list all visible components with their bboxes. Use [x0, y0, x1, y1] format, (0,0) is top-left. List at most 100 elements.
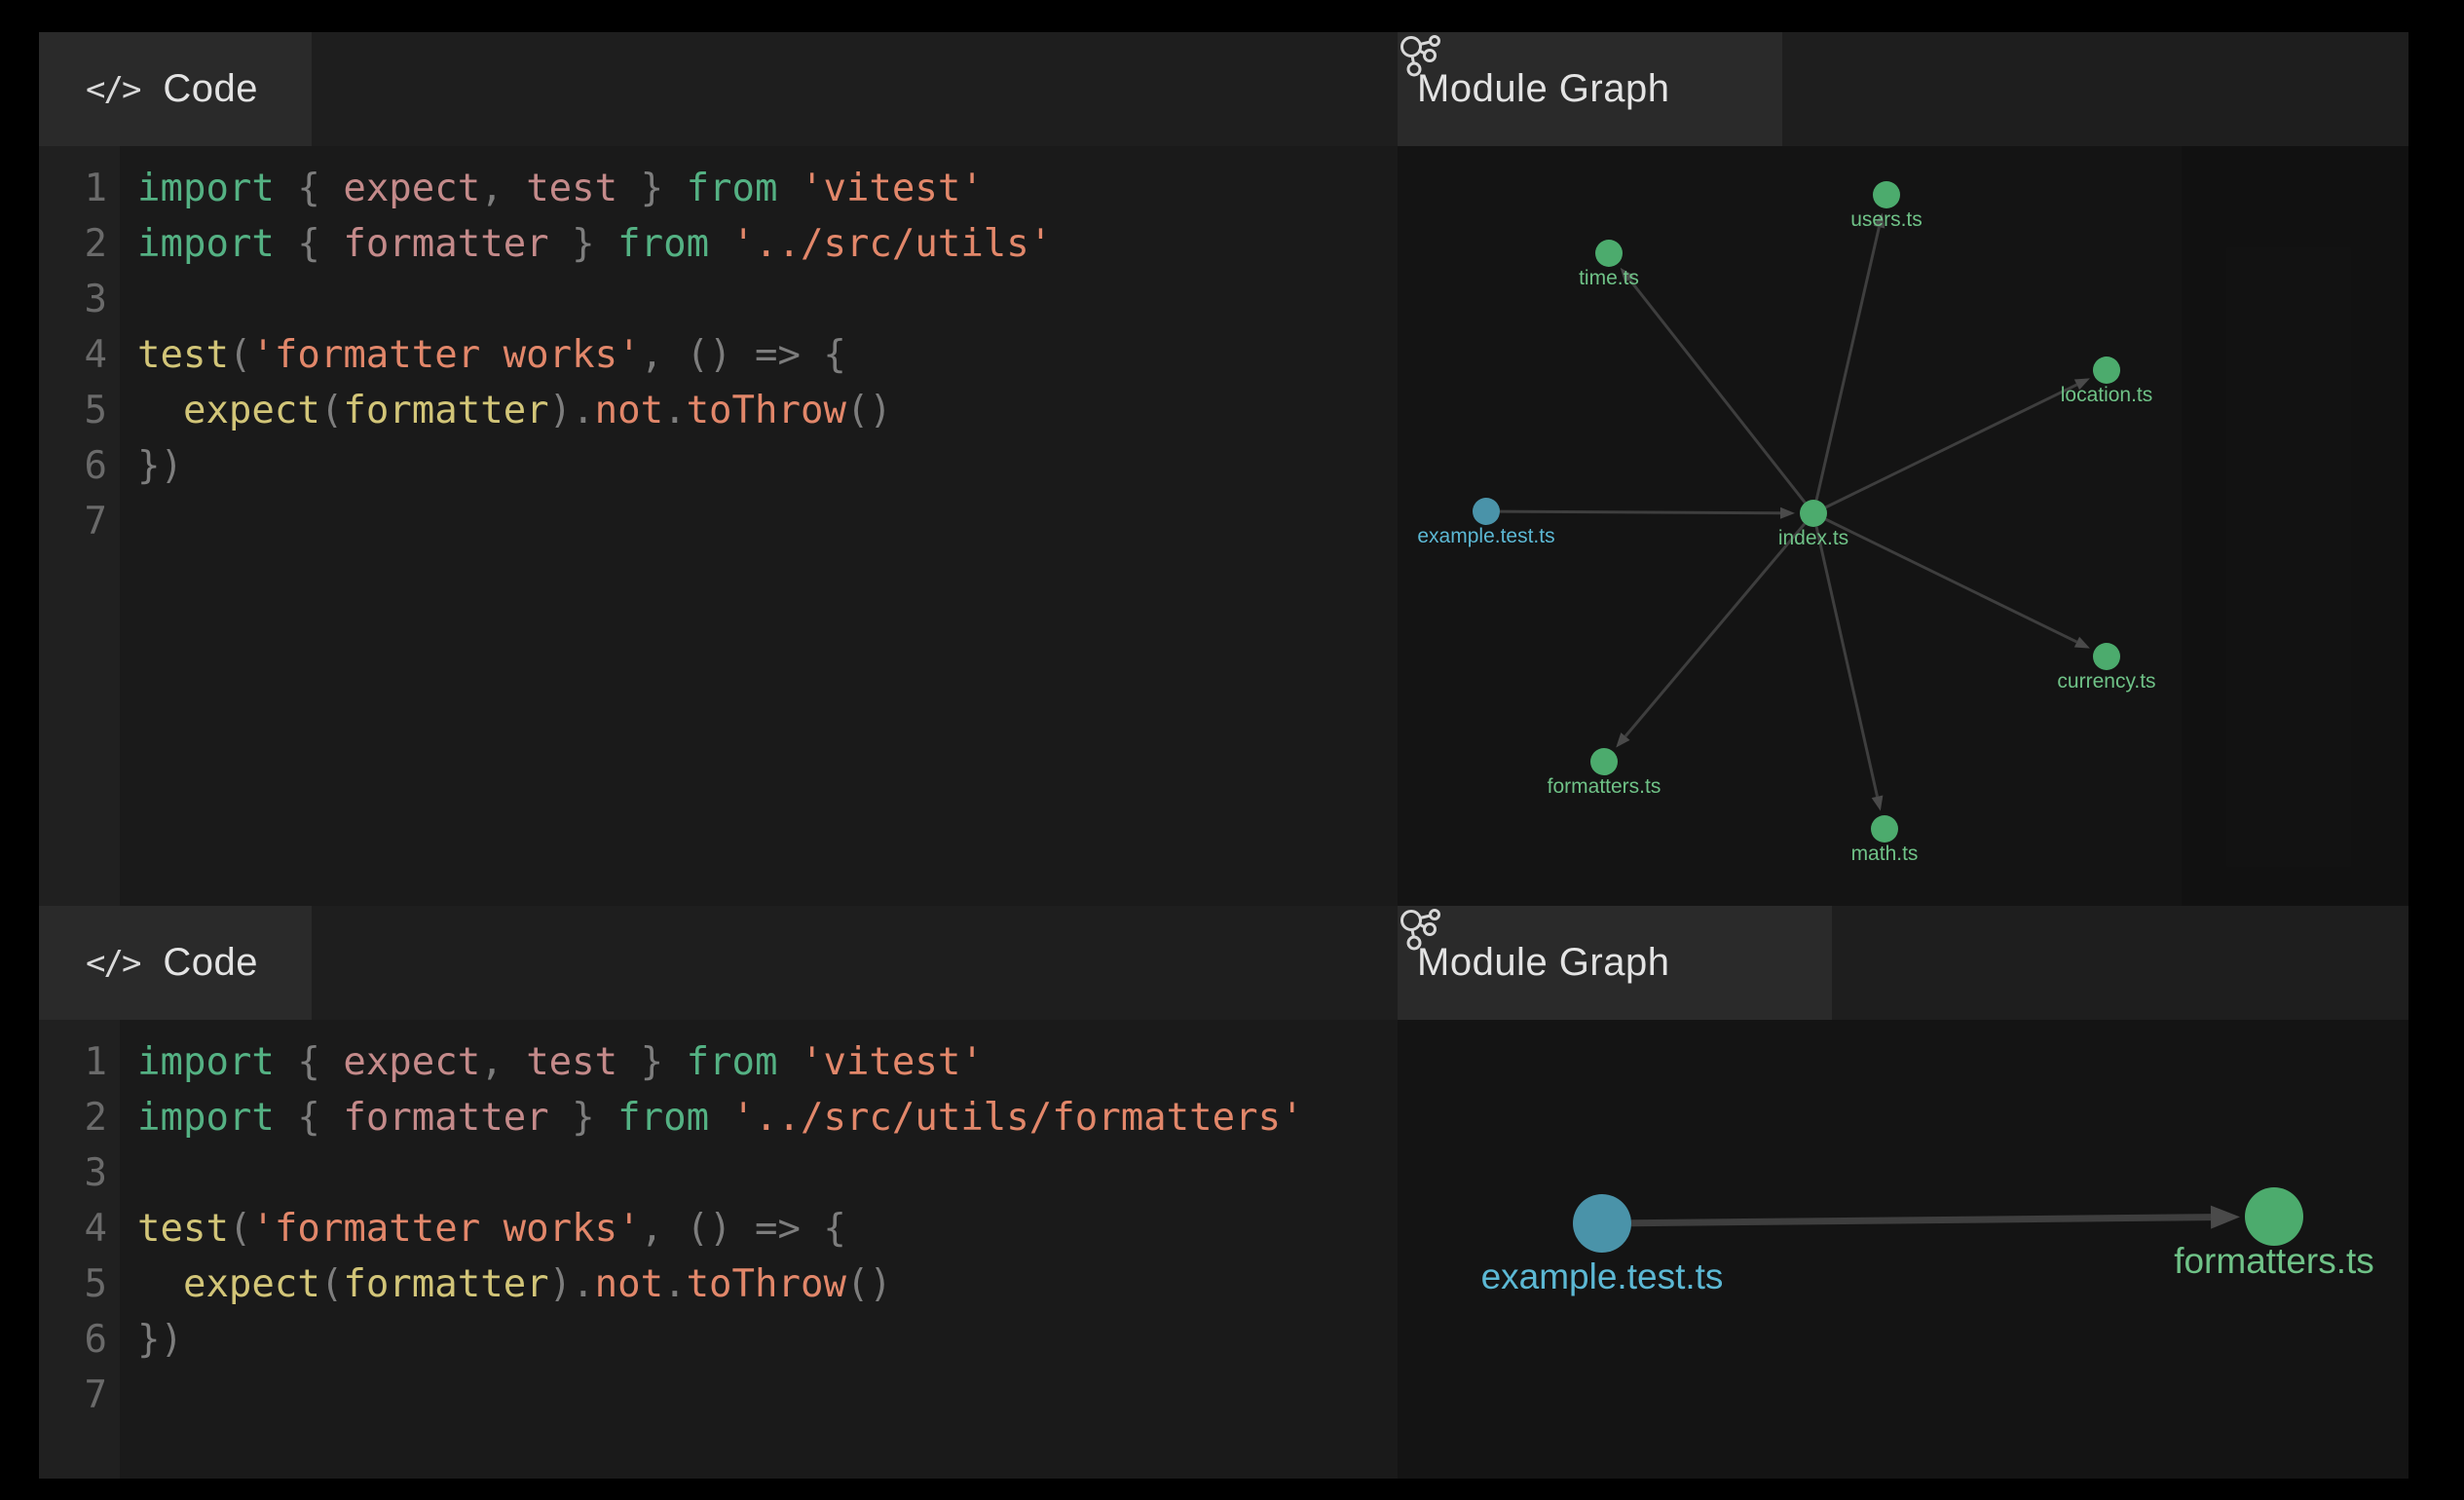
code-line: 1import { expect, test } from 'vitest': [39, 161, 1398, 216]
code-line-text: import { formatter } from '../src/utils/…: [107, 1090, 1304, 1145]
code-line: 6}): [39, 1312, 1398, 1368]
graph-panel-header: Module Graph: [1398, 32, 2408, 147]
module-node-math.ts[interactable]: [1871, 815, 1898, 843]
module-edge: [1816, 227, 1879, 500]
module-graph-icon: [1398, 32, 1442, 77]
panel-module-graph-bottom: Module Graph example.test.ts formatters.t…: [1398, 906, 2408, 1479]
tab-module-graph-label: Module Graph: [1417, 941, 1669, 985]
module-graph-canvas[interactable]: users.ts time.ts location.ts example.test.t…: [1398, 146, 2408, 906]
code-line: 7: [39, 494, 1398, 549]
module-node-currency.ts[interactable]: [2093, 643, 2120, 670]
panel-code-bottom: </> Code 1import { expect, test } from '…: [39, 906, 1398, 1479]
panel-code-top: </> Code 1import { expect, test } from '…: [39, 32, 1398, 906]
panel-module-graph-top: Module Graph users.ts time.ts location.ts e…: [1398, 32, 2408, 906]
tab-code[interactable]: </> Code: [39, 906, 312, 1020]
line-number: 2: [39, 1090, 107, 1145]
module-graph-icon: [1398, 906, 1442, 951]
module-node-time.ts[interactable]: [1595, 240, 1623, 267]
graph-panel-header: Module Graph: [1398, 906, 2408, 1021]
tab-code-label: Code: [163, 941, 258, 985]
module-node-formatters.ts[interactable]: [1590, 748, 1618, 775]
code-line: 2import { formatter } from '../src/utils…: [39, 216, 1398, 272]
module-edge-arrowhead: [1780, 507, 1795, 519]
module-node-location.ts[interactable]: [2093, 356, 2120, 384]
module-node-label: location.ts: [2061, 384, 2153, 406]
line-number: 1: [39, 161, 107, 216]
code-panel-header: </> Code: [39, 906, 1398, 1021]
module-edge: [1625, 524, 1805, 736]
module-node-label: index.ts: [1778, 527, 1848, 549]
line-number: 1: [39, 1034, 107, 1090]
code-line: 4test('formatter works', () => {: [39, 1201, 1398, 1256]
code-line-text: [107, 1368, 137, 1423]
line-number: 5: [39, 1256, 107, 1312]
tab-code[interactable]: </> Code: [39, 32, 312, 146]
module-graph-svg: example.test.ts formatters.ts: [1398, 1020, 2408, 1479]
code-line: 1import { expect, test } from 'vitest': [39, 1034, 1398, 1090]
module-node-index.ts[interactable]: [1800, 500, 1827, 527]
code-editor[interactable]: 1import { expect, test } from 'vitest'2i…: [39, 1020, 1398, 1479]
module-edge: [1826, 385, 2077, 507]
code-line-text: import { expect, test } from 'vitest': [107, 1034, 984, 1090]
code-line: 6}): [39, 438, 1398, 494]
code-line-text: test('formatter works', () => {: [107, 327, 846, 383]
module-node-label: formatters.ts: [2174, 1241, 2374, 1281]
tab-code-label: Code: [163, 67, 258, 111]
code-line-text: import { formatter } from '../src/utils': [107, 216, 1052, 272]
code-line-text: import { expect, test } from 'vitest': [107, 161, 984, 216]
app-root: </> Code 1import { expect, test } from '…: [39, 32, 2408, 1479]
line-number: 6: [39, 1312, 107, 1368]
code-line-text: }): [107, 438, 183, 494]
line-number: 3: [39, 272, 107, 327]
line-number: 5: [39, 383, 107, 438]
code-panel-header: </> Code: [39, 32, 1398, 147]
module-edge: [1500, 511, 1780, 513]
code-line-text: expect(formatter).not.toThrow(): [107, 1256, 892, 1312]
code-line: 3: [39, 272, 1398, 327]
module-edge: [1826, 519, 2077, 642]
line-number: 3: [39, 1145, 107, 1201]
module-edge: [1631, 1218, 2211, 1223]
module-node-example.test.ts[interactable]: [1573, 1194, 1631, 1253]
module-node-label: time.ts: [1579, 267, 1639, 289]
tab-module-graph-label: Module Graph: [1417, 67, 1669, 111]
code-line: 5 expect(formatter).not.toThrow(): [39, 1256, 1398, 1312]
code-line-text: [107, 494, 137, 549]
code-line-text: }): [107, 1312, 183, 1368]
code-icon: </>: [86, 70, 139, 109]
module-edge: [1816, 527, 1877, 797]
module-graph-canvas[interactable]: example.test.ts formatters.ts: [1398, 1020, 2408, 1479]
code-line: 5 expect(formatter).not.toThrow(): [39, 383, 1398, 438]
tab-module-graph[interactable]: Module Graph: [1398, 906, 1832, 1020]
module-node-label: users.ts: [1850, 208, 1923, 231]
line-number: 4: [39, 327, 107, 383]
code-line-text: [107, 272, 137, 327]
code-line-text: [107, 1145, 137, 1201]
module-node-label: example.test.ts: [1481, 1256, 1724, 1296]
line-number: 7: [39, 1368, 107, 1423]
module-node-label: currency.ts: [2057, 670, 2155, 693]
module-node-formatters.ts[interactable]: [2245, 1187, 2303, 1246]
code-line: 4test('formatter works', () => {: [39, 327, 1398, 383]
tab-module-graph[interactable]: Module Graph: [1398, 32, 1782, 146]
module-graph-svg: users.ts time.ts location.ts example.test.t…: [1398, 146, 2408, 906]
module-node-users.ts[interactable]: [1873, 181, 1900, 208]
line-number: 7: [39, 494, 107, 549]
module-node-label: formatters.ts: [1548, 775, 1661, 798]
module-node-label: example.test.ts: [1417, 525, 1554, 547]
code-line-text: expect(formatter).not.toThrow(): [107, 383, 892, 438]
code-line: 3: [39, 1145, 1398, 1201]
code-line: 2import { formatter } from '../src/utils…: [39, 1090, 1398, 1145]
module-node-example.test.ts[interactable]: [1473, 498, 1500, 525]
module-edge: [1629, 280, 1805, 503]
code-line: 7: [39, 1368, 1398, 1423]
line-number: 4: [39, 1201, 107, 1256]
line-number: 6: [39, 438, 107, 494]
module-node-label: math.ts: [1851, 843, 1919, 865]
module-edge-arrowhead: [1872, 796, 1884, 811]
code-line-text: test('formatter works', () => {: [107, 1201, 846, 1256]
code-editor[interactable]: 1import { expect, test } from 'vitest'2i…: [39, 146, 1398, 906]
module-edge-arrowhead: [2211, 1206, 2240, 1229]
code-icon: </>: [86, 944, 139, 983]
module-edge-arrowhead: [2074, 637, 2090, 649]
